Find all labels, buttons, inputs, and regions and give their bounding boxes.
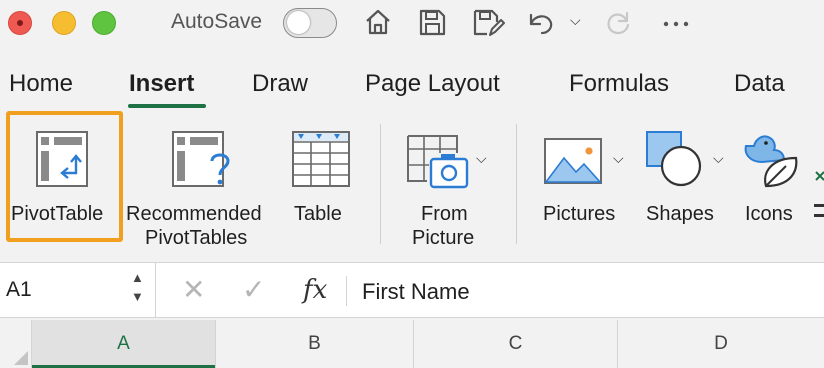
pictures-label[interactable]: Pictures bbox=[543, 202, 615, 226]
insert-ribbon: PivotTable Recommended PivotTables Table… bbox=[0, 108, 824, 258]
pictures-icon[interactable] bbox=[544, 138, 602, 184]
recommended-pivottables-icon[interactable] bbox=[172, 131, 236, 187]
more-icon[interactable] bbox=[660, 4, 692, 40]
zoom-window-button[interactable] bbox=[92, 11, 116, 35]
save-icon[interactable] bbox=[414, 4, 450, 40]
undo-icon[interactable] bbox=[522, 4, 558, 40]
shapes-label[interactable]: Shapes bbox=[646, 202, 714, 226]
tab-home[interactable]: Home bbox=[9, 70, 73, 98]
column-header-d[interactable]: D bbox=[618, 320, 824, 368]
from-picture-label-line2[interactable]: Picture bbox=[412, 226, 474, 250]
column-header-label: C bbox=[508, 333, 523, 354]
ribbon-separator bbox=[516, 124, 517, 244]
title-bar: AutoSave ⌵ bbox=[0, 0, 824, 46]
column-header-b[interactable]: B bbox=[216, 320, 414, 368]
tab-formulas[interactable]: Formulas bbox=[569, 70, 669, 98]
pivottable-label[interactable]: PivotTable bbox=[11, 202, 103, 226]
icons-label[interactable]: Icons bbox=[745, 202, 793, 226]
tab-data[interactable]: Data bbox=[734, 70, 785, 98]
ribbon-separator bbox=[380, 124, 381, 244]
confirm-entry-icon[interactable]: ✓ bbox=[242, 273, 265, 306]
from-picture-label-line1[interactable]: From bbox=[421, 202, 468, 226]
shapes-icon[interactable] bbox=[645, 130, 703, 188]
icons-icon[interactable] bbox=[742, 128, 802, 190]
autosave-label: AutoSave bbox=[171, 10, 263, 33]
overflow-ribbon-icon[interactable] bbox=[814, 170, 824, 230]
insert-function-icon[interactable]: fx bbox=[303, 275, 327, 305]
ribbon-tabs: Home Insert Draw Page Layout Formulas Da… bbox=[0, 64, 824, 108]
name-box-up-icon[interactable]: ▲ bbox=[131, 270, 144, 285]
shapes-dropdown-chevron-icon[interactable]: ⌵ bbox=[713, 150, 724, 167]
name-box[interactable]: A1 ▲ ▼ bbox=[0, 263, 156, 317]
home-icon[interactable] bbox=[360, 4, 396, 40]
recommended-pivottables-label-line1[interactable]: Recommended bbox=[126, 202, 262, 226]
table-icon[interactable] bbox=[292, 131, 350, 187]
table-label[interactable]: Table bbox=[294, 202, 342, 226]
save-as-icon[interactable] bbox=[468, 4, 506, 40]
pivottable-icon[interactable] bbox=[36, 131, 88, 187]
redo-icon[interactable] bbox=[600, 4, 636, 40]
cancel-entry-icon[interactable]: ✕ bbox=[182, 273, 205, 306]
formula-bar-separator bbox=[346, 276, 347, 306]
tab-page-layout[interactable]: Page Layout bbox=[365, 70, 500, 98]
recommended-pivottables-label-line2[interactable]: PivotTables bbox=[145, 226, 247, 250]
select-all-corner[interactable] bbox=[0, 320, 32, 368]
undo-dropdown-chevron-icon[interactable]: ⌵ bbox=[570, 12, 581, 29]
from-picture-icon[interactable] bbox=[407, 135, 471, 191]
tab-draw[interactable]: Draw bbox=[252, 70, 308, 98]
column-header-label: B bbox=[308, 333, 321, 354]
from-picture-dropdown-chevron-icon[interactable]: ⌵ bbox=[476, 150, 487, 167]
name-box-value[interactable]: A1 bbox=[6, 278, 32, 302]
close-window-button[interactable] bbox=[8, 11, 32, 35]
pictures-dropdown-chevron-icon[interactable]: ⌵ bbox=[613, 150, 624, 167]
column-header-a[interactable]: A bbox=[32, 320, 216, 368]
column-header-label: D bbox=[714, 333, 728, 354]
minimize-window-button[interactable] bbox=[52, 11, 76, 35]
formula-input[interactable]: First Name bbox=[362, 279, 470, 305]
formula-bar: A1 ▲ ▼ ✕ ✓ fx First Name bbox=[0, 262, 824, 318]
autosave-toggle[interactable] bbox=[283, 8, 337, 38]
name-box-down-icon[interactable]: ▼ bbox=[131, 289, 144, 304]
column-header-label: A bbox=[117, 333, 130, 354]
column-header-c[interactable]: C bbox=[414, 320, 618, 368]
tab-insert[interactable]: Insert bbox=[129, 70, 194, 98]
